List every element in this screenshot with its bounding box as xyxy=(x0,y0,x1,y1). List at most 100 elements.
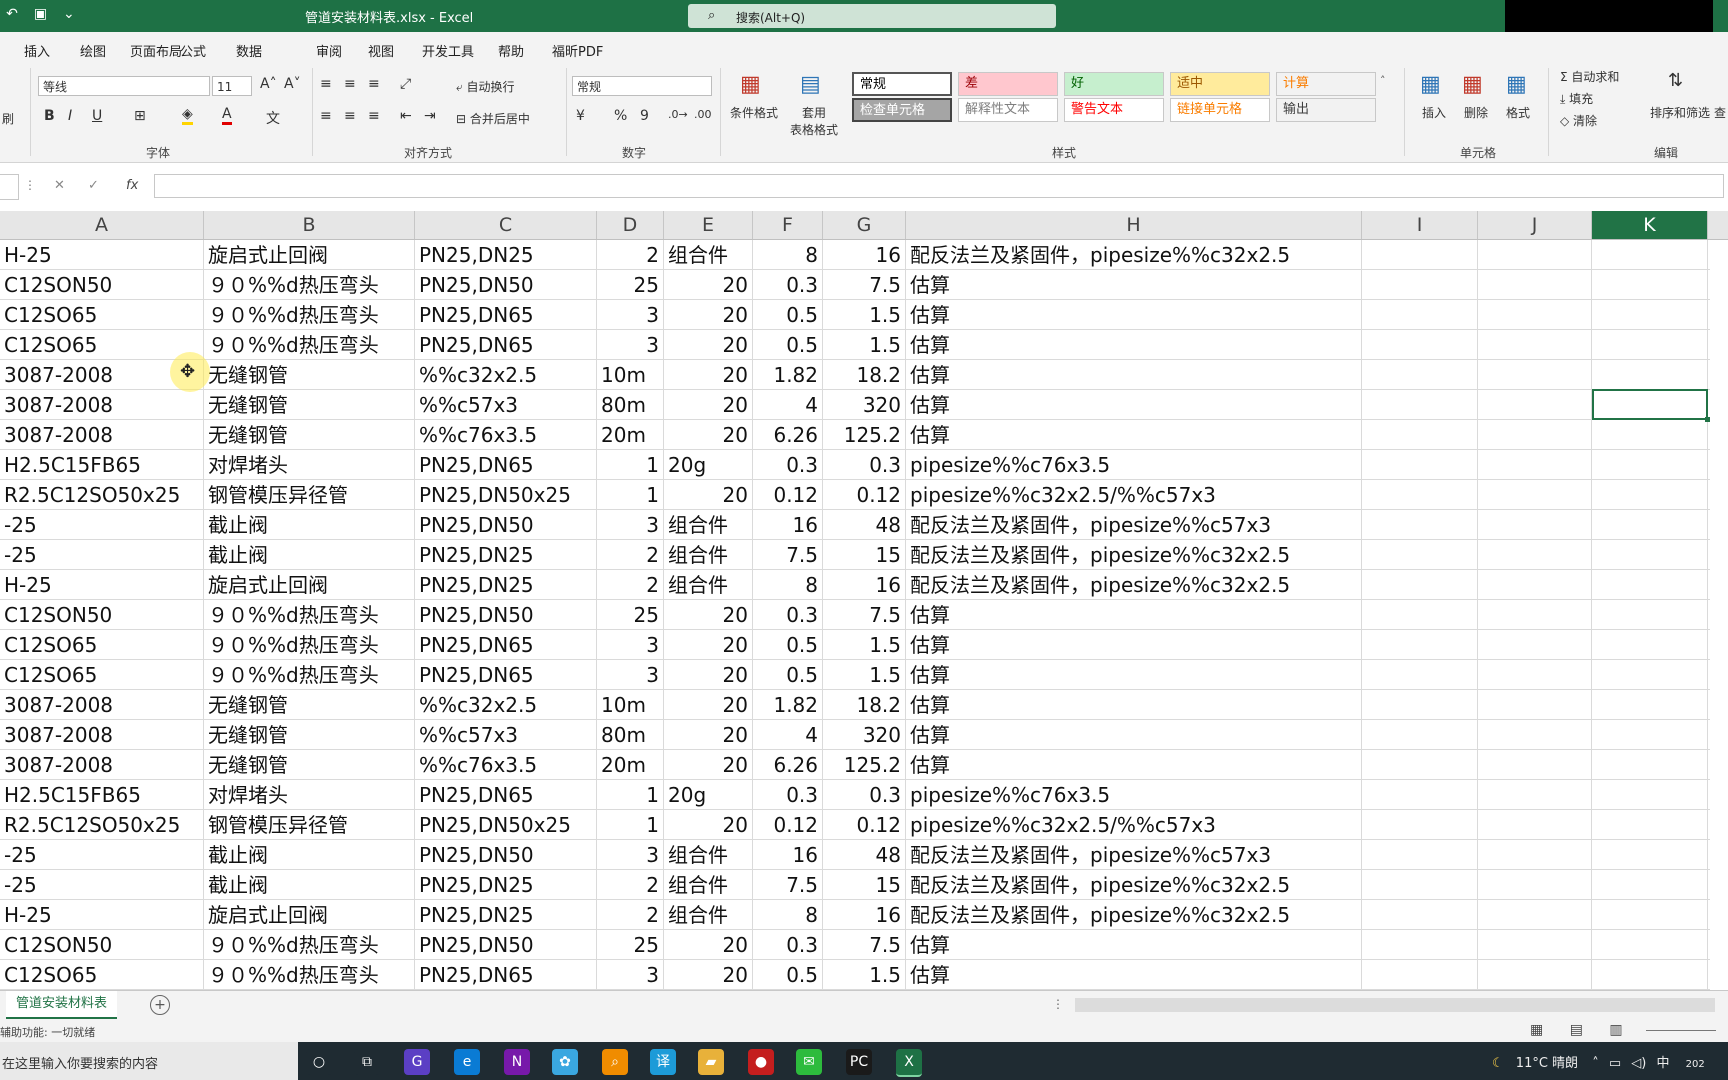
insert-cells-icon[interactable]: ▦ xyxy=(1420,72,1441,97)
cell[interactable] xyxy=(1362,930,1478,960)
cell[interactable] xyxy=(1362,540,1478,570)
cell[interactable]: pipesize%%c76x3.5 xyxy=(906,780,1362,810)
cell[interactable] xyxy=(1592,420,1708,450)
tab-9[interactable]: 福昕PDF xyxy=(552,41,603,60)
cell[interactable] xyxy=(1362,780,1478,810)
cell[interactable]: 3 xyxy=(597,630,664,660)
cell[interactable] xyxy=(1592,270,1708,300)
table-format-button[interactable]: 套用 表格格式 xyxy=(788,104,840,138)
column-header-4[interactable]: E xyxy=(664,211,753,239)
cell[interactable]: 3087-2008 xyxy=(0,390,204,420)
cell[interactable]: 无缝钢管 xyxy=(204,360,415,390)
active-cell-K[interactable] xyxy=(1592,389,1710,422)
cell[interactable]: PN25,DN50 xyxy=(415,600,597,630)
cell[interactable]: 20 xyxy=(664,660,753,690)
cell[interactable]: 10m xyxy=(597,690,664,720)
cell[interactable] xyxy=(1592,960,1708,990)
cell[interactable]: 无缝钢管 xyxy=(204,690,415,720)
tab-0[interactable]: 插入 xyxy=(24,41,50,60)
cell[interactable] xyxy=(1478,420,1592,450)
cell[interactable]: 18.2 xyxy=(823,690,906,720)
font-size-select[interactable]: 11 xyxy=(212,76,252,96)
tab-5[interactable]: 审阅 xyxy=(316,41,342,60)
comma-button[interactable]: 9 xyxy=(640,108,649,124)
cell[interactable]: 配反法兰及紧固件，pipesize%%c32x2.5 xyxy=(906,540,1362,570)
cell[interactable]: PN25,DN65 xyxy=(415,450,597,480)
cell[interactable]: 3087-2008 xyxy=(0,690,204,720)
cell[interactable]: 对焊堵头 xyxy=(204,780,415,810)
search-box[interactable]: ⌕ 搜索(Alt+Q) xyxy=(688,4,1056,28)
cell[interactable]: C12SON50 xyxy=(0,600,204,630)
tab-3[interactable]: 公式 xyxy=(180,41,206,60)
cell[interactable]: 3 xyxy=(597,300,664,330)
cell[interactable]: 1.5 xyxy=(823,630,906,660)
cell[interactable] xyxy=(1362,690,1478,720)
cell[interactable] xyxy=(1478,960,1592,990)
cell[interactable] xyxy=(1592,570,1708,600)
cell[interactable]: 3 xyxy=(597,660,664,690)
excel-icon[interactable]: X xyxy=(896,1049,922,1077)
cell-style-8[interactable]: 链接单元格 xyxy=(1170,98,1270,122)
cell[interactable]: 估算 xyxy=(906,330,1362,360)
cell[interactable] xyxy=(1362,630,1478,660)
cell[interactable] xyxy=(1478,840,1592,870)
page-break-icon[interactable]: ▥ xyxy=(1609,1022,1622,1038)
column-header-6[interactable]: G xyxy=(823,211,906,239)
cell[interactable]: 7.5 xyxy=(823,270,906,300)
cell[interactable]: 估算 xyxy=(906,390,1362,420)
cell[interactable]: 2 xyxy=(597,870,664,900)
cell[interactable]: PN25,DN65 xyxy=(415,300,597,330)
cell[interactable]: PN25,DN25 xyxy=(415,570,597,600)
cell[interactable]: 0.3 xyxy=(753,780,823,810)
cell[interactable]: 旋启式止回阀 xyxy=(204,900,415,930)
cell[interactable]: 配反法兰及紧固件，pipesize%%c32x2.5 xyxy=(906,900,1362,930)
increase-decimal-icon[interactable]: .0→ xyxy=(668,108,688,121)
cell[interactable] xyxy=(1362,480,1478,510)
cell[interactable] xyxy=(1592,900,1708,930)
cell[interactable]: PN25,DN50 xyxy=(415,510,597,540)
cell[interactable] xyxy=(1362,450,1478,480)
cell[interactable]: H2.5C15FB65 xyxy=(0,450,204,480)
cell-style-3[interactable]: 适中 xyxy=(1170,72,1270,96)
cell[interactable] xyxy=(1478,660,1592,690)
sheet-tab[interactable]: 管道安装材料表 xyxy=(6,991,118,1019)
column-header-7[interactable]: H xyxy=(906,211,1362,239)
cell[interactable]: H-25 xyxy=(0,570,204,600)
conditional-format-icon[interactable]: ▦ xyxy=(740,72,761,97)
cell[interactable]: 6.26 xyxy=(753,420,823,450)
cell[interactable] xyxy=(1362,510,1478,540)
number-format-select[interactable]: 常规 xyxy=(572,76,712,96)
cell-style-2[interactable]: 好 xyxy=(1064,72,1164,96)
cell[interactable]: 20 xyxy=(664,360,753,390)
cell[interactable] xyxy=(1362,300,1478,330)
cell[interactable]: 组合件 xyxy=(664,510,753,540)
cell[interactable] xyxy=(1592,540,1708,570)
cell[interactable] xyxy=(1592,360,1708,390)
cell[interactable] xyxy=(1362,870,1478,900)
undo-icon[interactable]: ↶ xyxy=(0,6,24,22)
cell[interactable]: ９０%%d热压弯头 xyxy=(204,270,415,300)
cell[interactable]: R2.5C12SO50x25 xyxy=(0,480,204,510)
cell[interactable] xyxy=(1478,480,1592,510)
cell[interactable] xyxy=(1478,510,1592,540)
cell[interactable]: 0.5 xyxy=(753,300,823,330)
cell[interactable]: H-25 xyxy=(0,240,204,270)
cell[interactable]: 16 xyxy=(823,240,906,270)
file-explorer-icon[interactable]: ▰ xyxy=(698,1049,724,1075)
font-color-icon[interactable]: A xyxy=(222,106,232,125)
cell[interactable]: 组合件 xyxy=(664,870,753,900)
conditional-format-button[interactable]: 条件格式 xyxy=(728,104,780,121)
cell[interactable]: 1 xyxy=(597,780,664,810)
percent-button[interactable]: % xyxy=(614,108,627,124)
cell[interactable]: 25 xyxy=(597,600,664,630)
cell[interactable]: PN25,DN65 xyxy=(415,660,597,690)
cell[interactable]: 1 xyxy=(597,450,664,480)
cell[interactable]: 20 xyxy=(664,270,753,300)
cell[interactable]: 组合件 xyxy=(664,240,753,270)
cell[interactable]: ９０%%d热压弯头 xyxy=(204,600,415,630)
cell[interactable]: 20 xyxy=(664,810,753,840)
align-left-icon[interactable]: ≡ xyxy=(320,108,332,124)
cell[interactable]: 钢管模压异径管 xyxy=(204,810,415,840)
column-header-9[interactable]: J xyxy=(1478,211,1592,239)
increase-indent-icon[interactable]: ⇥ xyxy=(424,108,436,124)
